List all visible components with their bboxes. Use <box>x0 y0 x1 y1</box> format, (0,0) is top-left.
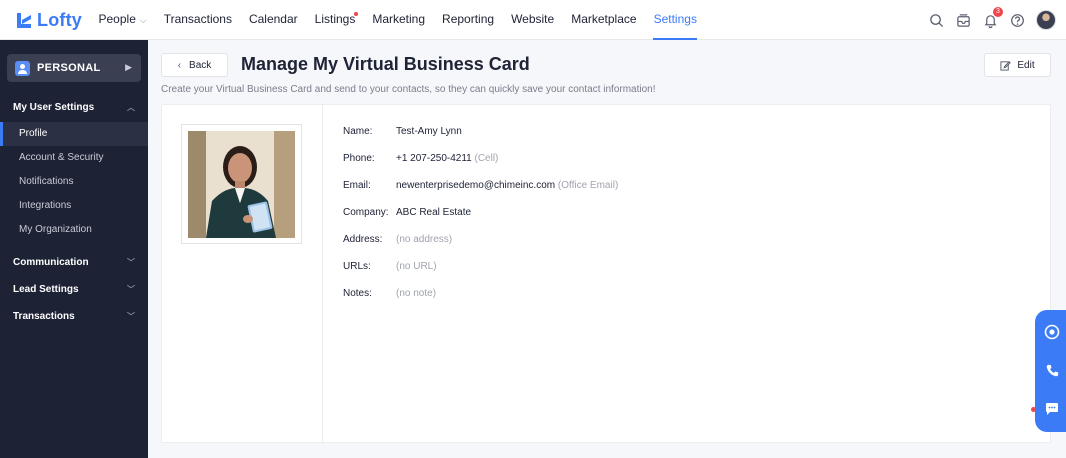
inbox-icon[interactable] <box>950 7 976 33</box>
sidebar-item-my-organization[interactable]: My Organization <box>0 218 148 242</box>
nav-label: Reporting <box>442 12 495 26</box>
value-text: ABC Real Estate <box>396 207 472 218</box>
user-avatar[interactable] <box>1036 10 1056 30</box>
search-icon[interactable] <box>923 7 949 33</box>
field-label: Notes: <box>343 288 372 299</box>
sidebar-item-label: Account & Security <box>19 152 104 163</box>
new-indicator-dot <box>353 12 358 16</box>
nav-item-listings[interactable]: Listings <box>306 0 364 40</box>
nav-label: Calendar <box>248 12 298 26</box>
support-chat-icon[interactable] <box>1042 322 1062 342</box>
field-label: Phone: <box>343 153 375 164</box>
sidebar-item-label: Profile <box>19 128 48 139</box>
page-title: Manage My Virtual Business Card <box>241 54 530 74</box>
back-button[interactable]: ‹ Back <box>161 53 228 77</box>
sidebar-item-label: Notifications <box>19 176 74 187</box>
edit-button[interactable]: Edit <box>984 53 1051 77</box>
help-icon[interactable] <box>1004 7 1030 33</box>
nav-label: Transactions <box>163 12 232 26</box>
nav-item-marketplace[interactable]: Marketplace <box>563 0 645 40</box>
value-note: (Office Email) <box>557 180 619 191</box>
sidebar-item-label: Integrations <box>19 200 72 211</box>
panel-divider <box>322 105 323 442</box>
floating-contact-widget <box>1035 310 1066 432</box>
bell-icon[interactable]: 3 <box>977 7 1003 33</box>
sidebar-item-account-security[interactable]: Account & Security <box>0 146 148 170</box>
nav-item-transactions[interactable]: Transactions <box>155 0 240 40</box>
section-label: Communication <box>13 257 89 268</box>
nav-item-website[interactable]: Website <box>503 0 563 40</box>
settings-sidebar: PERSONAL ▶ My User Settings ︿ Profile Ac… <box>0 40 148 458</box>
field-value: ABC Real Estate <box>396 207 471 218</box>
notification-badge: 3 <box>993 7 1003 17</box>
business-card-panel: Name: Test-Amy Lynn Phone: +1 207-250-42… <box>161 104 1051 443</box>
field-value: (no URL) <box>396 261 437 272</box>
nav-label: Listings <box>314 12 356 26</box>
nav-item-people[interactable]: People ⌵ <box>90 0 155 40</box>
profile-photo <box>188 131 295 238</box>
user-icon <box>15 60 30 76</box>
field-label: URLs: <box>343 261 371 272</box>
value-text: Test-Amy Lynn <box>396 126 462 137</box>
message-icon[interactable] <box>1042 399 1062 419</box>
sidebar-section-lead-settings[interactable]: Lead Settings ﹀ <box>0 278 148 302</box>
page-subtitle: Create your Virtual Business Card and se… <box>161 84 656 95</box>
value-note: (no address) <box>396 234 453 245</box>
sidebar-item-profile[interactable]: Profile <box>0 122 148 146</box>
edit-icon <box>1000 60 1012 71</box>
lofty-logo[interactable]: Lofty <box>16 9 82 31</box>
section-label: Transactions <box>13 311 75 322</box>
sidebar-section-transactions[interactable]: Transactions ﹀ <box>0 305 148 329</box>
nav-item-calendar[interactable]: Calendar <box>240 0 306 40</box>
chevron-right-icon: ▶ <box>125 62 132 72</box>
value-text: +1 207-250-4211 <box>396 153 472 164</box>
value-note: (no note) <box>396 288 437 299</box>
main-nav: People ⌵ Transactions Calendar Listings M… <box>90 0 705 40</box>
section-label: Lead Settings <box>13 284 79 295</box>
nav-label: Marketplace <box>571 12 637 26</box>
field-label: Address: <box>343 234 383 245</box>
field-label: Email: <box>343 180 371 191</box>
nav-label: Marketing <box>372 12 426 26</box>
field-value: (no note) <box>396 288 436 299</box>
sidebar-item-integrations[interactable]: Integrations <box>0 194 148 218</box>
chevron-down-icon: ﹀ <box>127 285 135 294</box>
lofty-logo-icon <box>17 13 31 28</box>
value-text: newenterprisedemo@chimeinc.com <box>396 180 556 191</box>
field-value: (no address) <box>396 234 452 245</box>
unread-indicator-dot <box>1031 407 1036 412</box>
nav-utility-icons: 3 <box>922 0 1056 40</box>
section-label: My User Settings <box>13 102 95 113</box>
field-value: +1 207-250-4211 (Cell) <box>396 153 498 164</box>
value-note: (Cell) <box>474 153 499 164</box>
chevron-down-icon: ⌵ <box>139 15 147 25</box>
back-button-label: Back <box>189 59 212 71</box>
phone-icon[interactable] <box>1042 360 1062 380</box>
nav-label: Website <box>511 12 555 26</box>
chevron-left-icon: ‹ <box>177 59 182 71</box>
account-switcher[interactable]: PERSONAL ▶ <box>7 54 141 82</box>
field-label: Name: <box>343 126 373 137</box>
field-label: Company: <box>343 207 389 218</box>
top-navigation-bar: Lofty People ⌵ Transactions Calendar List… <box>0 0 1066 40</box>
sidebar-item-label: My Organization <box>19 224 92 235</box>
field-value: Test-Amy Lynn <box>396 126 462 137</box>
field-value: newenterprisedemo@chimeinc.com (Office E… <box>396 180 618 191</box>
sidebar-section-my-user-settings[interactable]: My User Settings ︿ <box>0 96 148 120</box>
nav-label: Settings <box>653 12 697 26</box>
nav-item-marketing[interactable]: Marketing <box>364 0 434 40</box>
edit-button-label: Edit <box>1017 59 1035 71</box>
chevron-down-icon: ﹀ <box>127 312 135 321</box>
sidebar-section-communication[interactable]: Communication ﹀ <box>0 251 148 275</box>
nav-item-settings[interactable]: Settings <box>645 0 705 40</box>
value-note: (no URL) <box>396 261 437 272</box>
chevron-up-icon: ︿ <box>127 103 135 112</box>
sidebar-item-notifications[interactable]: Notifications <box>0 170 148 194</box>
nav-item-reporting[interactable]: Reporting <box>434 0 503 40</box>
profile-photo-frame <box>181 124 302 244</box>
chevron-down-icon: ﹀ <box>127 258 135 267</box>
account-switcher-label: PERSONAL <box>37 62 101 74</box>
nav-label: People <box>98 12 136 26</box>
app-name: Lofty <box>37 9 82 30</box>
